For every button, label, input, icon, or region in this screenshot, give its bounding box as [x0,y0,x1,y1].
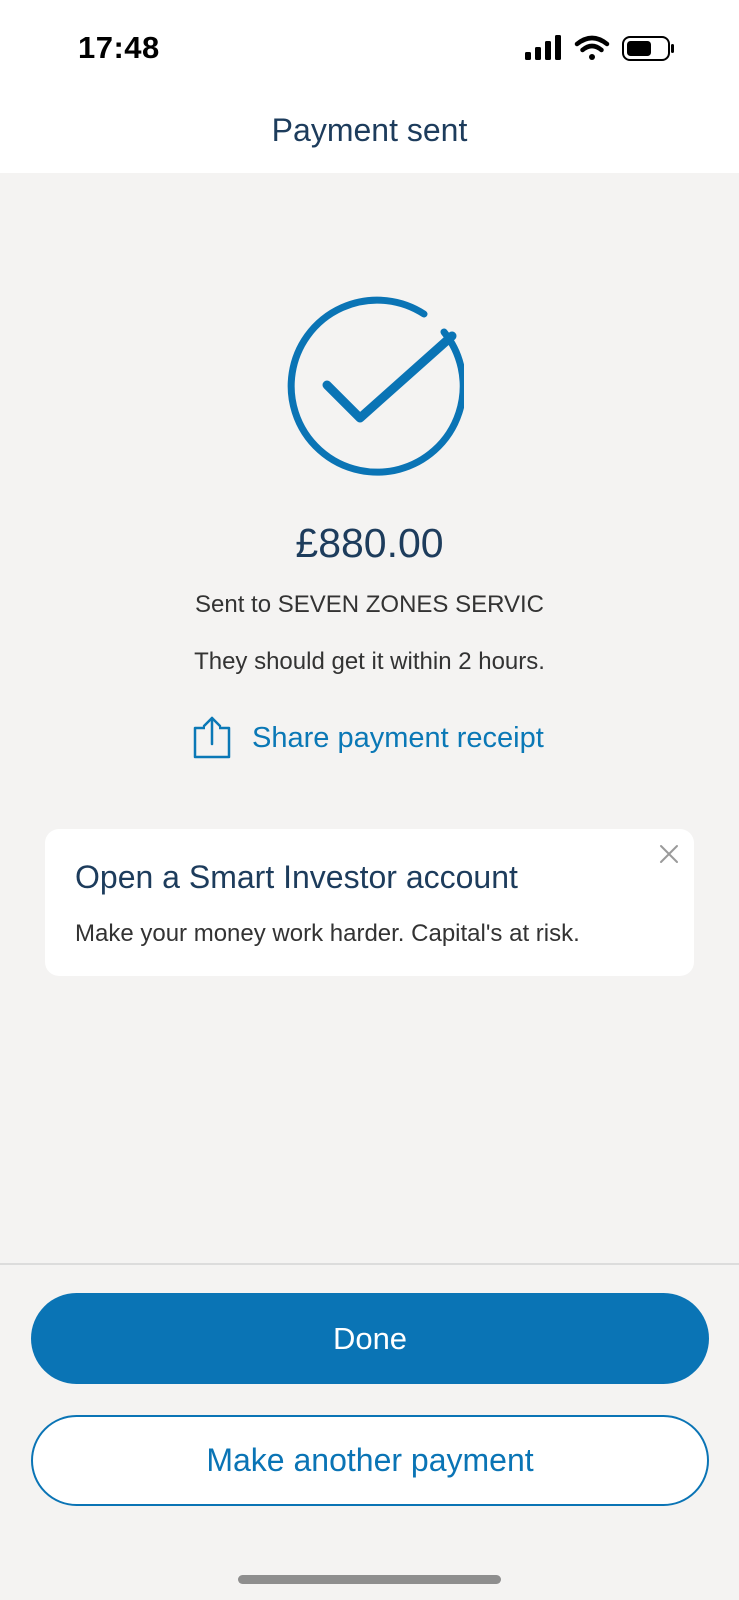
make-another-payment-button[interactable]: Make another payment [31,1415,709,1506]
promo-title: Open a Smart Investor account [75,859,518,895]
share-receipt-label: Share payment receipt [252,721,544,754]
done-button[interactable]: Done [31,1293,709,1384]
share-icon [190,716,234,760]
close-icon[interactable] [658,843,680,865]
signal-icon [525,35,561,60]
status-time: 17:48 [78,30,160,65]
battery-icon [622,36,674,61]
wifi-icon [574,35,610,60]
promo-body: Make your money work harder. Capital's a… [75,920,580,947]
page-title: Payment sent [271,112,468,148]
smart-investor-promo-card[interactable]: Open a Smart Investor account Make your … [45,829,694,976]
share-receipt-link[interactable]: Share payment receipt [190,714,570,762]
home-indicator[interactable] [238,1575,501,1584]
status-icons [525,34,675,64]
payment-amount: £880.00 [295,520,444,566]
nav-bar: Payment sent [0,100,739,173]
check-circle-icon [276,292,467,480]
delivery-eta-text: They should get it within 2 hours. [194,648,545,675]
recipient-text: Sent to SEVEN ZONES SERVIC [194,591,545,618]
footer-divider [0,1263,739,1265]
status-bar: 17:48 [0,0,739,100]
